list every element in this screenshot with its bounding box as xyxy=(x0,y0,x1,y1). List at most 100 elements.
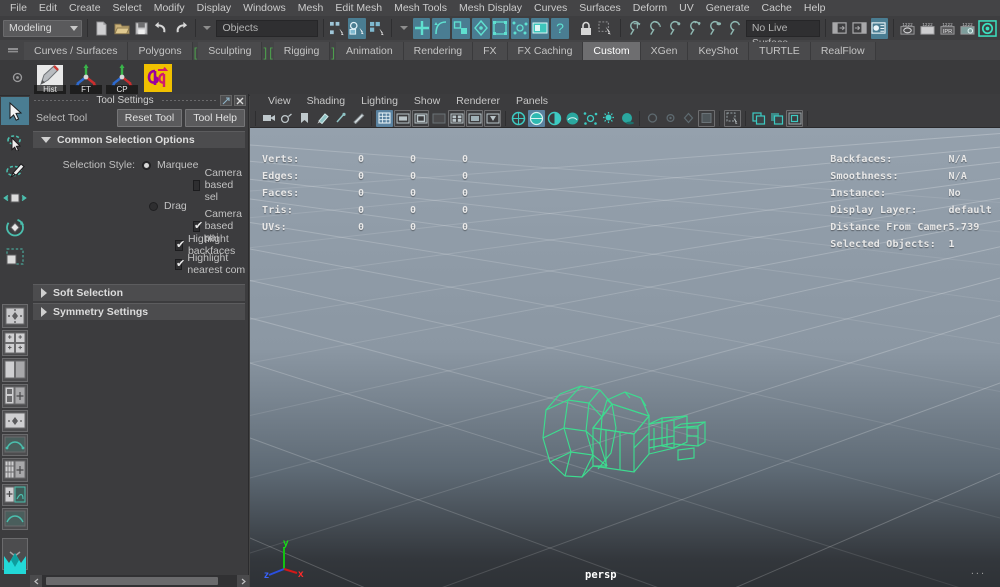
close-icon[interactable] xyxy=(234,95,246,106)
multisample-icon[interactable] xyxy=(662,110,679,127)
resolution-gate-icon[interactable] xyxy=(412,110,429,127)
menu-create[interactable]: Create xyxy=(63,0,107,16)
show-left-panel-icon[interactable] xyxy=(831,18,849,39)
shelf-tab-fx-caching[interactable]: FX Caching xyxy=(508,42,584,60)
menu-edit-mesh[interactable]: Edit Mesh xyxy=(329,0,388,16)
tool-help-button[interactable]: Tool Help xyxy=(185,109,245,127)
select-camera-icon[interactable] xyxy=(260,110,277,127)
highlight-nearest-component-checkbox[interactable] xyxy=(175,259,182,270)
menu-generate[interactable]: Generate xyxy=(700,0,756,16)
snap-to-point-icon[interactable] xyxy=(666,18,684,39)
camera-attributes-icon[interactable] xyxy=(278,110,295,127)
bookmark-icon[interactable] xyxy=(296,110,313,127)
hypershade-icon[interactable] xyxy=(978,18,997,39)
lock-selection-icon[interactable] xyxy=(578,18,596,39)
persp-outliner-layout[interactable] xyxy=(2,384,28,408)
menu-cache[interactable]: Cache xyxy=(756,0,798,16)
menu-mesh-tools[interactable]: Mesh Tools xyxy=(388,0,453,16)
render-view-icon[interactable]: 1222 xyxy=(958,18,976,39)
menu-select[interactable]: Select xyxy=(107,0,148,16)
live-surface-field[interactable]: No Live Surface xyxy=(746,20,820,37)
shelf-item-cp[interactable]: CP xyxy=(106,62,138,94)
wireframe-shading-icon[interactable] xyxy=(510,110,527,127)
shelf-tab-realflow[interactable]: RealFlow xyxy=(811,42,876,60)
gate-mask-icon[interactable] xyxy=(430,110,447,127)
scroll-right-arrow-icon[interactable] xyxy=(237,575,249,587)
snap-to-view-plane-icon[interactable] xyxy=(706,18,724,39)
save-scene-icon[interactable] xyxy=(132,18,150,39)
shelf-tab-custom[interactable]: Custom xyxy=(583,42,640,60)
menu-surfaces[interactable]: Surfaces xyxy=(573,0,626,16)
shelf-tab-polygons[interactable]: Polygons xyxy=(128,42,192,60)
redo-icon[interactable] xyxy=(172,18,190,39)
gamma-icon[interactable] xyxy=(466,110,483,127)
viewport-menu-renderer[interactable]: Renderer xyxy=(448,94,508,109)
grease-pencil-icon[interactable] xyxy=(350,110,367,127)
shelf-tab-turtle[interactable]: TURTLE xyxy=(749,42,811,60)
shelf-tab-fx[interactable]: FX xyxy=(473,42,507,60)
menu-curves[interactable]: Curves xyxy=(528,0,573,16)
safe-action-icon[interactable] xyxy=(484,110,501,127)
drag-radio[interactable] xyxy=(149,202,158,211)
paint-select-tool-icon[interactable] xyxy=(1,155,29,183)
viewport-menu-panels[interactable]: Panels xyxy=(508,94,556,109)
mask-surface-icon[interactable] xyxy=(452,18,470,39)
shelf-options-grip-icon[interactable] xyxy=(2,40,24,60)
select-tool-icon[interactable] xyxy=(1,97,29,125)
single-pane-layout[interactable] xyxy=(2,508,28,530)
single-perspective-layout[interactable] xyxy=(2,304,28,328)
shelf-menu-gear-icon[interactable] xyxy=(4,61,30,95)
3d-viewport[interactable]: Verts:000Edges:000Faces:000Tris:000UVs:0… xyxy=(250,128,1000,587)
render-current-frame-icon[interactable]: 1222 xyxy=(899,18,917,39)
scrollbar-thumb[interactable] xyxy=(46,577,218,585)
two-d-pan-zoom-icon[interactable] xyxy=(332,110,349,127)
xray-joints-icon[interactable] xyxy=(698,110,715,127)
snap-to-grid-icon[interactable] xyxy=(626,18,644,39)
undo-icon[interactable] xyxy=(152,18,170,39)
select-by-object-type-icon[interactable] xyxy=(348,18,366,39)
section-symmetry-settings[interactable]: Symmetry Settings xyxy=(33,303,245,320)
snap-to-curve-icon[interactable] xyxy=(646,18,664,39)
shelf-tab-rendering[interactable]: Rendering xyxy=(404,42,473,60)
menu-edit[interactable]: Edit xyxy=(33,0,63,16)
new-scene-icon[interactable] xyxy=(93,18,111,39)
undock-panel-icon[interactable] xyxy=(220,95,232,106)
highlight-selection-icon[interactable] xyxy=(597,18,615,39)
menu-mesh-display[interactable]: Mesh Display xyxy=(453,0,528,16)
shelf-item-ft[interactable]: FT xyxy=(70,62,102,94)
two-pane-side-layout[interactable] xyxy=(2,358,28,382)
mask-misc-icon[interactable]: ? xyxy=(551,18,569,39)
film-gate-icon[interactable] xyxy=(394,110,411,127)
image-plane-icon[interactable] xyxy=(314,110,331,127)
menu-deform[interactable]: Deform xyxy=(627,0,673,16)
isolate-select-icon[interactable] xyxy=(724,110,741,127)
open-scene-icon[interactable] xyxy=(113,18,131,39)
popup-menu-arrow-icon-2[interactable] xyxy=(400,26,408,30)
shelf-tab-xgen[interactable]: XGen xyxy=(641,42,689,60)
selection-mask-field[interactable]: Objects xyxy=(216,20,317,37)
scroll-left-arrow-icon[interactable] xyxy=(30,575,42,587)
rotate-tool-icon[interactable] xyxy=(1,213,29,241)
tool-panel-horizontal-scrollbar[interactable] xyxy=(30,575,249,587)
two-pane-stacked-layout[interactable] xyxy=(2,410,28,432)
shelf-item-ptex-to-paint[interactable] xyxy=(142,62,174,94)
menu-set-selector[interactable]: Modeling xyxy=(3,20,82,37)
popup-menu-arrow-icon[interactable] xyxy=(203,26,211,30)
marquee-radio[interactable] xyxy=(142,161,151,170)
shelf-tab-sculpting[interactable]: Sculpting xyxy=(198,42,262,60)
menu-display[interactable]: Display xyxy=(191,0,237,16)
lasso-select-tool-icon[interactable] xyxy=(1,126,29,154)
section-common-selection-options[interactable]: Common Selection Options xyxy=(33,131,245,148)
shelf-tab-animation[interactable]: Animation xyxy=(336,42,404,60)
ipr-render-icon[interactable]: 1222 xyxy=(919,18,937,39)
shelf-tab-rigging[interactable]: Rigging xyxy=(274,42,331,60)
shelf-tab-curves-surfaces[interactable]: Curves / Surfaces xyxy=(24,42,128,60)
hypershade-persp-layout[interactable] xyxy=(2,458,28,482)
viewport-menu-view[interactable]: View xyxy=(260,94,299,109)
four-view-layout[interactable] xyxy=(2,330,28,356)
select-by-hierarchy-icon[interactable] xyxy=(329,18,347,39)
shelf-item-hist[interactable]: Hist xyxy=(34,62,66,94)
menu-modify[interactable]: Modify xyxy=(148,0,191,16)
smooth-shading-icon[interactable] xyxy=(528,110,545,127)
section-soft-selection[interactable]: Soft Selection xyxy=(33,284,245,301)
